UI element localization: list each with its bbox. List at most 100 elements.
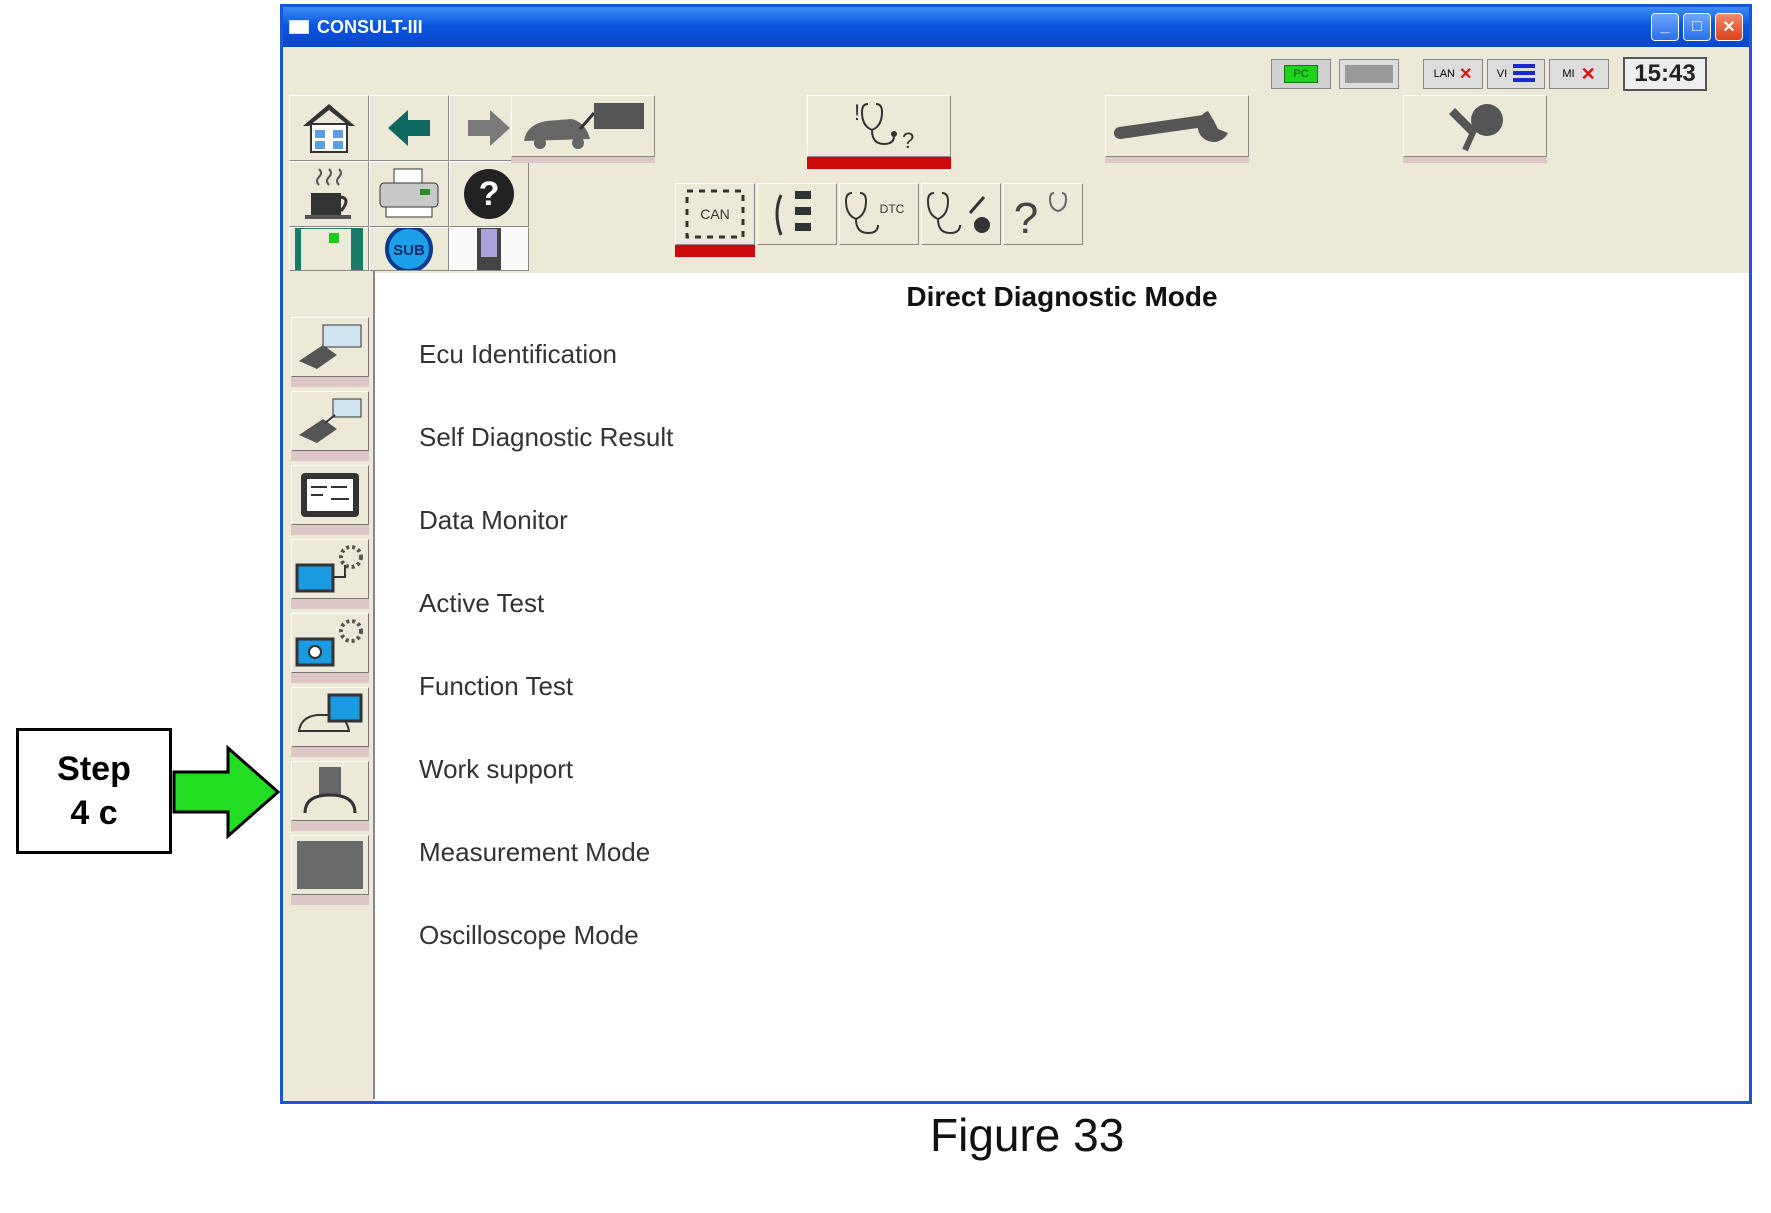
mi-label: MI [1562,68,1575,80]
svg-text:!: ! [854,100,860,125]
disconnected-x-icon: ✕ [1580,63,1596,84]
sidebar-ecu-identification[interactable] [291,317,369,377]
question-stethoscope-icon: ? [1014,192,1068,241]
mi-status-indicator: MI ✕ [1549,59,1609,89]
function-sidebar [287,271,375,1099]
wrench-icon [1114,111,1228,142]
troubleshoot-button[interactable]: ? [1003,183,1083,245]
svg-text:CAN: CAN [700,206,730,222]
dtc-check-button[interactable]: DTC [839,183,919,245]
menu-item-function-test[interactable]: Function Test [419,671,573,702]
back-arrow-icon [388,110,430,146]
dtc-scan-icon [299,398,362,443]
minimize-button[interactable]: _ [1651,13,1679,41]
sidebar-function-test[interactable] [291,613,369,673]
disconnected-x-icon: ✕ [1459,66,1473,83]
measurement-probe-icon [303,767,357,814]
window-layout-icon [295,228,363,270]
print-button[interactable] [369,161,449,227]
stethoscope-dtc-icon: DTC [844,192,905,235]
window-title: CONSULT-III [317,16,423,37]
sidebar-separator [291,377,369,387]
menu-item-work-support[interactable]: Work support [419,754,573,785]
app-icon [289,20,309,34]
vehicle-connect-icon [524,103,644,149]
sidebar-separator [291,525,369,535]
function-test-icon [295,619,363,667]
vi-label: VI [1496,68,1508,80]
main-content-panel: Direct Diagnostic Mode Ecu Identificatio… [375,273,1749,1101]
device-button[interactable] [449,227,529,271]
can-bus-icon: CAN [685,189,745,239]
can-diagnosis-button[interactable]: CAN [675,183,755,245]
flowchart-icon [775,191,811,236]
home-button[interactable] [289,95,369,161]
stethoscope-monitor-icon [926,192,990,235]
svg-text:SUB: SUB [393,242,425,259]
sidebar-self-diagnostic-result[interactable] [291,391,369,451]
menu-item-self-diagnostic-result[interactable]: Self Diagnostic Result [419,422,673,453]
mobile-device-icon [477,228,501,270]
data-monitor-button[interactable] [921,183,1001,245]
active-test-icon [295,545,363,593]
menu-item-active-test[interactable]: Active Test [419,588,544,619]
sidebar-separator [291,747,369,757]
forward-arrow-icon [468,110,510,146]
step-number: 4 c [70,794,118,832]
sidebar-separator [291,895,369,905]
sidebar-oscilloscope-mode[interactable] [291,835,369,895]
svg-text:?: ? [479,175,500,213]
sidebar-separator [291,451,369,461]
sidebar-separator [291,673,369,683]
printer-icon [379,168,439,218]
sidebar-data-monitor[interactable] [291,465,369,525]
ecu-identification-icon [299,324,362,369]
battery-icon [1339,59,1399,89]
sidebar-measurement-mode[interactable] [291,761,369,821]
step-label: Step [57,750,131,788]
maximize-button[interactable]: □ [1683,13,1711,41]
pc-connection-indicator: PC [1271,59,1331,89]
sub-mode-icon: SUB [385,228,433,270]
sidebar-separator [291,821,369,831]
figure-caption: Figure 33 [930,1109,1125,1161]
tab-underline [1403,157,1547,163]
menu-item-measurement-mode[interactable]: Measurement Mode [419,837,650,868]
stethoscope-diagnosis-icon: ! ? [854,100,914,153]
oscilloscope-icon [297,841,363,889]
help-icon: ? [464,169,514,219]
screen-layout-button[interactable] [289,227,369,271]
step-pointer-arrow-icon [172,744,281,840]
tab-underline [1105,157,1249,163]
tab-underline [511,157,655,163]
help-button[interactable]: ? [449,161,529,227]
step-callout-box: Step 4 c [16,728,172,854]
repair-tab[interactable] [1105,95,1249,157]
system-list-button[interactable] [757,183,837,245]
sidebar-work-support[interactable] [291,687,369,747]
status-bar: PC LAN ✕ VI MI ✕ 15:43 [283,49,1749,97]
svg-text:DTC: DTC [880,202,905,216]
vi-signal-icon [1513,64,1536,84]
menu-item-oscilloscope-mode[interactable]: Oscilloscope Mode [419,920,639,951]
sub-mode-button[interactable]: SUB [369,227,449,271]
settings-tab[interactable] [1403,95,1547,157]
selected-subtab-indicator [675,245,755,257]
svg-text:?: ? [1014,194,1038,241]
close-button[interactable]: ✕ [1715,13,1743,41]
tools-icon [1449,104,1503,152]
clock: 15:43 [1623,57,1707,91]
selected-tab-indicator [807,157,951,169]
menu-item-data-monitor[interactable]: Data Monitor [419,505,568,536]
page-title: Direct Diagnostic Mode [906,281,1218,312]
sidebar-active-test[interactable] [291,539,369,599]
vehicle-connect-tab[interactable] [511,95,655,157]
lan-status-indicator: LAN ✕ [1423,59,1483,89]
cup-button[interactable] [289,161,369,227]
vi-status-indicator: VI [1487,59,1545,89]
work-support-icon [297,693,363,732]
menu-item-ecu-identification[interactable]: Ecu Identification [419,339,617,370]
svg-text:?: ? [902,128,914,153]
back-button[interactable] [369,95,449,161]
diagnosis-tab[interactable]: ! ? [807,95,951,157]
